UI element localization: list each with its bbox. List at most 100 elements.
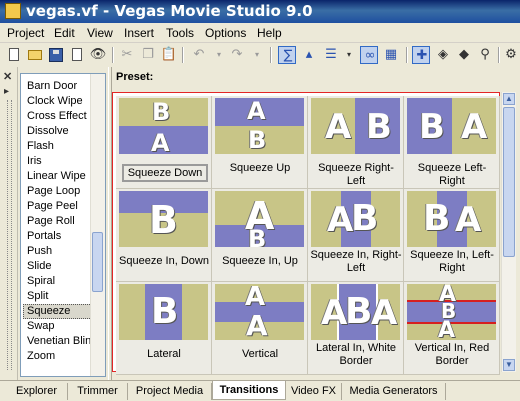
tab-video-fx[interactable]: Video FX (286, 383, 342, 400)
preset-tile[interactable]: A B Squeeze In, Right-Left (308, 189, 404, 282)
preset-thumbnail: A B A (407, 284, 496, 340)
preset-thumbnail: B A (119, 98, 208, 154)
selection-edit-icon[interactable]: ◆ (455, 46, 473, 64)
ripple-edit-icon[interactable]: ☰ (322, 46, 340, 64)
menu-options[interactable]: Options (205, 26, 246, 40)
preset-label: Preset: (116, 71, 154, 83)
preset-tile[interactable]: A A Vertical (212, 282, 308, 375)
preset-scroll-thumb[interactable] (503, 107, 515, 257)
auto-crossfade-icon[interactable]: ▴ (300, 46, 318, 64)
list-item[interactable]: Clock Wipe (21, 94, 92, 109)
transitions-list-panel: Barn Door Clock Wipe Cross Effect Dissol… (18, 67, 108, 380)
paste-icon[interactable]: 📋 (160, 46, 178, 64)
scroll-down-icon[interactable]: ▼ (503, 359, 515, 371)
close-icon[interactable]: ✕ (3, 70, 12, 83)
preset-tile[interactable]: B A Squeeze Down (116, 96, 212, 189)
preset-label-text: Lateral In, White Border (315, 342, 397, 367)
undo-dropdown-icon[interactable]: ▾ (210, 46, 228, 64)
envelope-edit-icon[interactable]: ◈ (434, 46, 452, 64)
list-item[interactable]: Iris (21, 154, 92, 169)
preset-thumbnail: A A (215, 284, 304, 340)
preset-panel: Preset: B A Squeeze Down A B Squeeze Up … (112, 67, 520, 380)
list-item[interactable]: Split (21, 289, 92, 304)
preset-grid: B A Squeeze Down A B Squeeze Up A B Sque… (112, 92, 500, 375)
list-item[interactable]: Page Loop (21, 184, 92, 199)
list-item[interactable]: Barn Door (21, 79, 92, 94)
snapping-icon[interactable]: ∑ (278, 46, 296, 64)
zoom-tool-icon[interactable]: ⚲ (476, 46, 494, 64)
tab-explorer[interactable]: Explorer (6, 383, 68, 400)
tab-transitions[interactable]: Transitions (212, 381, 286, 400)
preset-tile[interactable]: A B Squeeze In, Up (212, 189, 308, 282)
list-item[interactable]: Push (21, 244, 92, 259)
scroll-up-icon[interactable]: ▲ (503, 93, 515, 105)
preset-thumbnail: B A (407, 191, 496, 247)
preset-thumbnail: A B (215, 98, 304, 154)
preset-label-text: Squeeze Up (229, 162, 291, 174)
window-menu-icon[interactable]: ▸ (4, 86, 9, 97)
settings-icon[interactable]: ⚙ (502, 46, 520, 64)
preset-tile[interactable]: B Lateral (116, 282, 212, 375)
ignore-grouping-icon[interactable]: ▦ (382, 46, 400, 64)
preset-tile[interactable]: B A Squeeze In, Left-Right (404, 189, 500, 282)
window-title: vegas.vf - Vegas Movie Studio 9.0 (26, 2, 313, 20)
tab-media-generators[interactable]: Media Generators (342, 383, 446, 400)
ripple-dropdown-icon[interactable]: ▾ (340, 46, 358, 64)
list-item[interactable]: Page Peel (21, 199, 92, 214)
list-item[interactable]: Cross Effect (21, 109, 92, 124)
redo-dropdown-icon[interactable]: ▾ (248, 46, 266, 64)
preset-label-text: Squeeze Right-Left (318, 162, 394, 187)
preset-label-text: Squeeze Down (122, 164, 208, 182)
list-item-selected[interactable]: Squeeze (23, 304, 92, 319)
copy-icon[interactable]: ❐ (139, 46, 157, 64)
preset-tile[interactable]: A B Squeeze Up (212, 96, 308, 189)
properties-icon[interactable] (68, 46, 86, 64)
preset-scrollbar[interactable]: ▲ ▼ (501, 92, 516, 372)
preset-label-text: Squeeze Left-Right (417, 162, 487, 187)
menu-tools[interactable]: Tools (166, 26, 194, 40)
list-item[interactable]: Page Roll (21, 214, 92, 229)
window-docking-tabs: Explorer Trimmer Project Media Transitio… (0, 380, 520, 401)
list-item[interactable]: Slide (21, 259, 92, 274)
menu-view[interactable]: View (87, 26, 113, 40)
tab-project-media[interactable]: Project Media (128, 383, 212, 400)
preset-label-text: Vertical In, Red Border (414, 342, 490, 367)
list-item[interactable]: Spiral (21, 274, 92, 289)
preset-tile[interactable]: A B Squeeze Right-Left (308, 96, 404, 189)
preset-thumbnail: A B (311, 98, 400, 154)
preset-tile[interactable]: A B A Vertical In, Red Border (404, 282, 500, 375)
list-scroll-thumb[interactable] (92, 232, 103, 292)
menu-insert[interactable]: Insert (124, 26, 154, 40)
list-item[interactable]: Dissolve (21, 124, 92, 139)
list-item[interactable]: Linear Wipe (21, 169, 92, 184)
redo-icon[interactable]: ↷ (228, 46, 246, 64)
lock-envelopes-icon[interactable]: ∞ (360, 46, 378, 64)
menu-help[interactable]: Help (257, 26, 282, 40)
list-scrollbar[interactable] (90, 74, 105, 376)
menu-edit[interactable]: Edit (54, 26, 75, 40)
toolbar: 👁 ✂ ❐ 📋 ↶ ▾ ↷ ▾ ∑ ▴ ☰ ▾ ∞ ▦ ✚ ◈ ◆ ⚲ ⚙ (0, 43, 520, 68)
new-icon[interactable] (5, 46, 23, 64)
cut-icon[interactable]: ✂ (118, 46, 136, 64)
app-icon (5, 3, 21, 19)
list-item[interactable]: Venetian Blinds (21, 334, 103, 349)
preview-icon[interactable]: 👁 (89, 46, 107, 64)
menu-project[interactable]: Project (7, 26, 44, 40)
preset-label-text: Squeeze In, Down (119, 255, 209, 267)
preset-thumbnail: A B A (311, 284, 400, 340)
save-icon[interactable] (47, 46, 65, 64)
undo-icon[interactable]: ↶ (190, 46, 208, 64)
preset-thumbnail: B (119, 191, 208, 247)
tab-trimmer[interactable]: Trimmer (68, 383, 128, 400)
preset-tile[interactable]: B A Squeeze Left-Right (404, 96, 500, 189)
normal-edit-icon[interactable]: ✚ (412, 46, 430, 64)
preset-tile[interactable]: A B A Lateral In, White Border (308, 282, 404, 375)
dock-grip[interactable] (7, 100, 12, 370)
list-item[interactable]: Swap (21, 319, 92, 334)
list-item[interactable]: Flash (21, 139, 92, 154)
open-icon[interactable] (26, 46, 44, 64)
list-item[interactable]: Portals (21, 229, 92, 244)
dock-strip: ✕ ▸ (0, 67, 18, 380)
list-item[interactable]: Zoom (21, 349, 92, 364)
preset-tile[interactable]: B Squeeze In, Down (116, 189, 212, 282)
